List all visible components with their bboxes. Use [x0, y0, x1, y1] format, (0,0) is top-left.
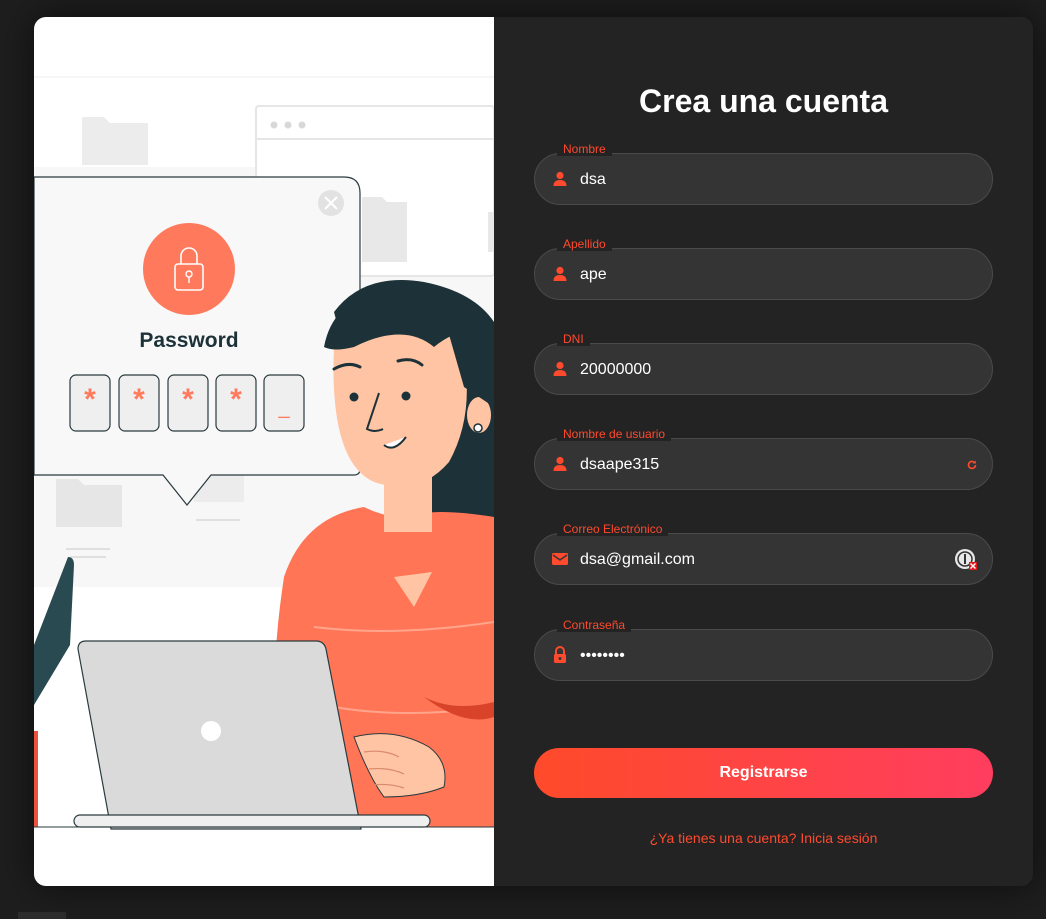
dni-field[interactable]: DNI 20000000 — [534, 332, 993, 395]
nombre-label: Nombre — [557, 142, 612, 156]
mask-char: * — [84, 383, 96, 416]
user-icon — [551, 455, 569, 473]
user-icon — [551, 170, 569, 188]
mask-char: * — [133, 383, 145, 416]
register-button[interactable]: Registrarse — [534, 748, 993, 798]
nombre-field[interactable]: Nombre dsa — [534, 142, 993, 205]
register-card: Password * * * * _ Crea una cuenta Nombr… — [34, 17, 1033, 886]
user-icon — [551, 360, 569, 378]
user-icon — [551, 265, 569, 283]
username-label: Nombre de usuario — [557, 427, 672, 441]
password-label: Contraseña — [557, 618, 632, 632]
apellido-value: ape — [580, 266, 607, 283]
password-illustration — [34, 76, 495, 830]
username-value: dsaape315 — [580, 456, 660, 473]
email-field[interactable]: Correo Electrónico dsa@gmail.com — [534, 522, 993, 585]
password-manager-icon[interactable] — [954, 548, 978, 577]
refresh-icon[interactable] — [966, 458, 978, 476]
email-value: dsa@gmail.com — [580, 551, 695, 568]
dni-label: DNI — [557, 332, 590, 346]
mask-char: _ — [278, 397, 290, 419]
password-heading: Password — [139, 329, 239, 352]
dni-value: 20000000 — [580, 361, 652, 378]
username-field[interactable]: Nombre de usuario dsaape315 — [534, 427, 993, 490]
mask-char: * — [182, 383, 194, 416]
password-value: •••••••• — [580, 647, 625, 664]
register-form: Crea una cuenta Nombre dsa Apellido ape … — [494, 17, 1033, 886]
illustration-panel: Password * * * * _ — [34, 17, 495, 886]
login-link[interactable]: ¿Ya tienes una cuenta? Inicia sesión — [494, 830, 1033, 846]
nombre-value: dsa — [580, 171, 606, 188]
password-field[interactable]: Contraseña •••••••• — [534, 618, 993, 681]
email-label: Correo Electrónico — [557, 522, 669, 536]
apellido-field[interactable]: Apellido ape — [534, 237, 993, 300]
mask-char: * — [230, 383, 242, 416]
form-title: Crea una cuenta — [639, 83, 888, 119]
apellido-label: Apellido — [557, 237, 612, 251]
lock-icon — [551, 646, 569, 664]
corner-tab — [18, 912, 66, 919]
mail-icon — [551, 550, 569, 568]
